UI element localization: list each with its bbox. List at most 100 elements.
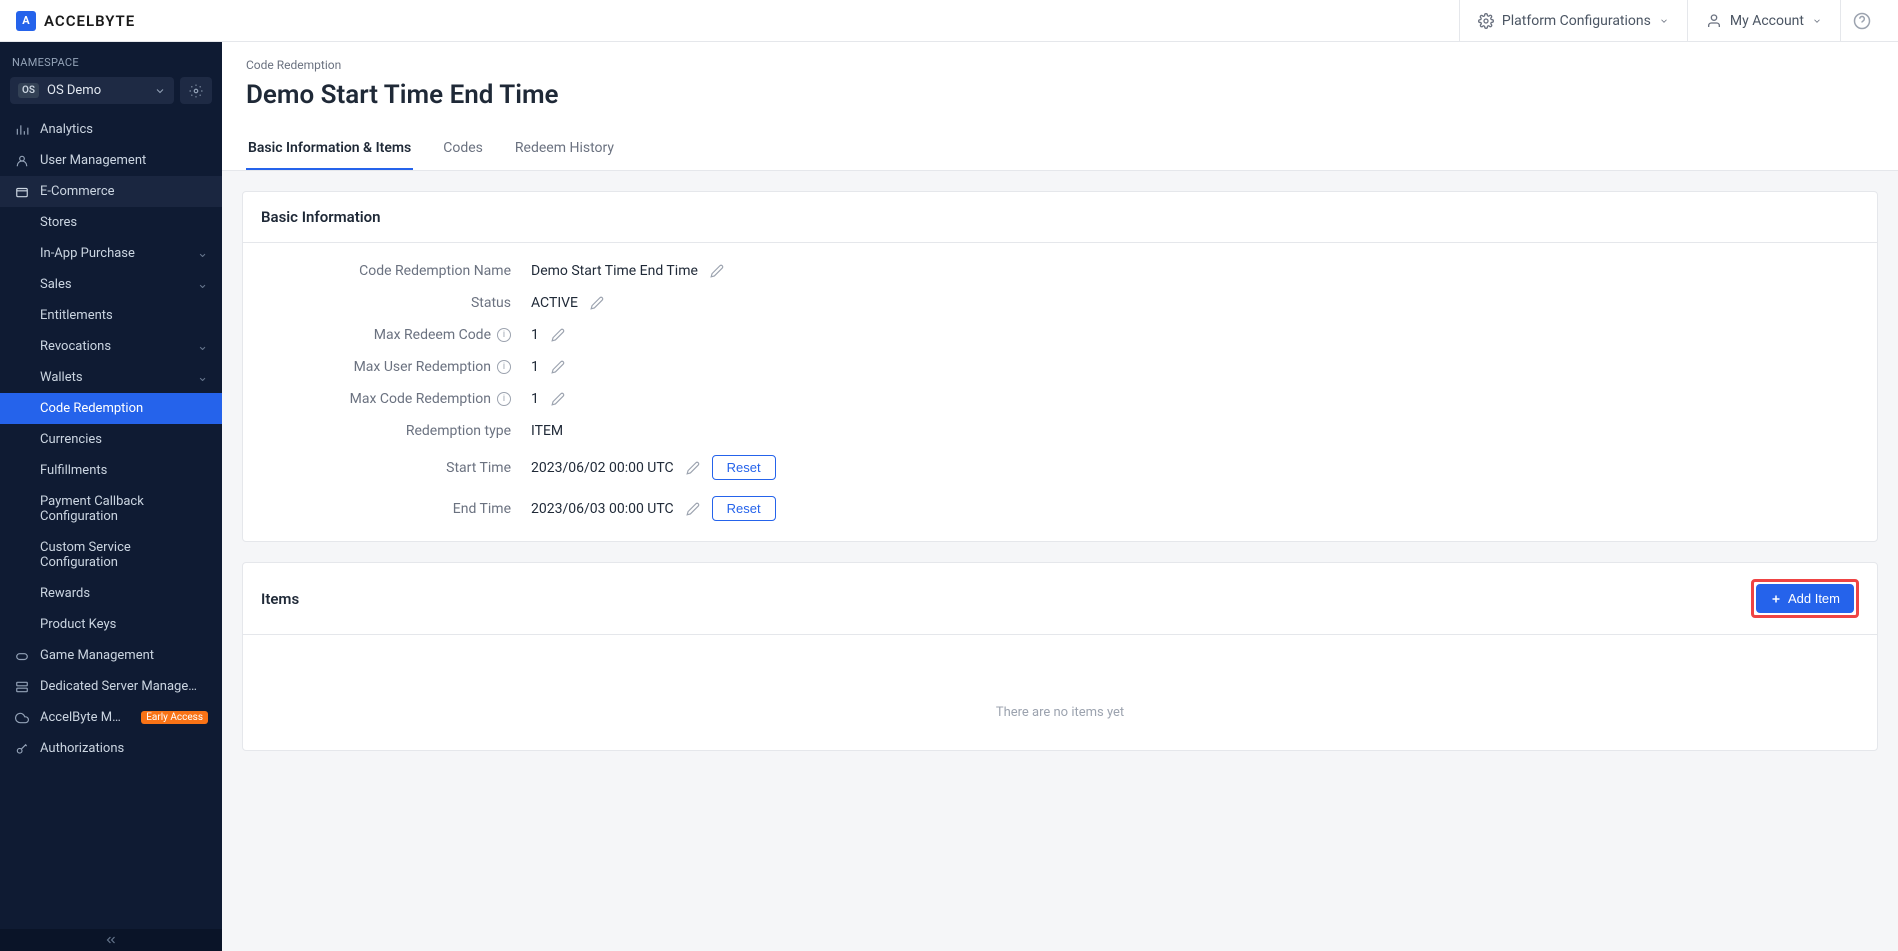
sidebar-item-label: Dedicated Server Management — [40, 679, 208, 694]
sidebar-sub-wallets[interactable]: Wallets⌄ — [0, 362, 222, 393]
sidebar-item-label: Revocations — [40, 339, 111, 354]
field-value-max-code: 1 — [531, 391, 539, 407]
sidebar-item-ecommerce[interactable]: E-Commerce — [0, 176, 222, 207]
user-icon — [1706, 13, 1722, 29]
cart-icon — [14, 185, 30, 199]
brand-text: ACCELBYTE — [44, 12, 135, 30]
field-label-end-time: End Time — [261, 501, 531, 517]
basic-information-panel: Basic Information Code Redemption Name D… — [242, 191, 1878, 542]
namespace-selector[interactable]: OS OS Demo — [10, 77, 174, 104]
tabs: Basic Information & Items Codes Redeem H… — [222, 128, 1898, 171]
sidebar-item-label: Product Keys — [40, 617, 116, 632]
gear-icon — [189, 84, 203, 98]
field-label-max-redeem: Max Redeem Code — [374, 327, 491, 343]
sidebar-item-label: Currencies — [40, 432, 102, 447]
tab-redeem-history[interactable]: Redeem History — [513, 128, 616, 170]
sidebar-sub-rewards[interactable]: Rewards — [0, 578, 222, 609]
sidebar-item-authorizations[interactable]: Authorizations — [0, 733, 222, 764]
field-value-max-user: 1 — [531, 359, 539, 375]
info-icon[interactable]: i — [497, 328, 511, 342]
field-value-start-time: 2023/06/02 00:00 UTC — [531, 460, 674, 476]
chevron-down-icon — [1659, 16, 1669, 26]
add-item-label: Add Item — [1788, 591, 1840, 606]
sidebar-item-label: Custom Service Configuration — [40, 540, 208, 570]
tab-label: Codes — [443, 140, 483, 156]
top-header: A ACCELBYTE Platform Configurations My A… — [0, 0, 1898, 42]
chevron-double-left-icon — [104, 933, 118, 947]
platform-configurations-menu[interactable]: Platform Configurations — [1459, 0, 1687, 41]
user-icon — [14, 154, 30, 168]
field-value-max-redeem: 1 — [531, 327, 539, 343]
tab-codes[interactable]: Codes — [441, 128, 485, 170]
chevron-down-icon: ⌄ — [197, 277, 208, 292]
sidebar: NAMESPACE OS OS Demo Analytics — [0, 42, 222, 951]
chevron-down-icon: ⌄ — [197, 339, 208, 354]
tab-basic-information[interactable]: Basic Information & Items — [246, 128, 413, 170]
sidebar-sub-currencies[interactable]: Currencies — [0, 424, 222, 455]
tab-label: Redeem History — [515, 140, 614, 156]
field-label-start-time: Start Time — [261, 460, 531, 476]
add-item-highlight: Add Item — [1751, 579, 1859, 618]
game-icon — [14, 649, 30, 663]
chart-icon — [14, 123, 30, 137]
sidebar-item-label: In-App Purchase — [40, 246, 135, 261]
help-button[interactable] — [1840, 0, 1882, 41]
chevron-down-icon — [1812, 16, 1822, 26]
reset-end-time-button[interactable]: Reset — [712, 496, 776, 521]
sidebar-sub-fulfillments[interactable]: Fulfillments — [0, 455, 222, 486]
sidebar-sub-stores[interactable]: Stores — [0, 207, 222, 238]
breadcrumb[interactable]: Code Redemption — [222, 42, 1898, 72]
brand: A ACCELBYTE — [16, 11, 135, 31]
chevron-down-icon: ⌄ — [197, 370, 208, 385]
plus-icon — [1770, 593, 1782, 605]
reset-start-time-button[interactable]: Reset — [712, 455, 776, 480]
info-icon[interactable]: i — [497, 392, 511, 406]
namespace-settings-button[interactable] — [180, 77, 212, 104]
sidebar-item-label: Payment Callback Configuration — [40, 494, 208, 524]
sidebar-item-game-management[interactable]: Game Management — [0, 640, 222, 671]
sidebar-item-label: Game Management — [40, 648, 208, 663]
gear-icon — [1478, 13, 1494, 29]
page-title: Demo Start Time End Time — [222, 72, 1898, 128]
early-access-badge: Early Access — [141, 711, 208, 724]
edit-icon[interactable] — [551, 392, 565, 406]
help-icon — [1853, 12, 1871, 30]
sidebar-item-user-management[interactable]: User Management — [0, 145, 222, 176]
platform-configurations-label: Platform Configurations — [1502, 13, 1651, 29]
sidebar-sub-revocations[interactable]: Revocations ⌄ — [0, 331, 222, 362]
field-value-status: ACTIVE — [531, 295, 578, 311]
my-account-menu[interactable]: My Account — [1687, 0, 1840, 41]
namespace-name: OS Demo — [47, 83, 146, 98]
sidebar-item-label: Code Redemption — [40, 401, 143, 416]
edit-icon[interactable] — [551, 360, 565, 374]
edit-icon[interactable] — [590, 296, 604, 310]
sidebar-sub-code-redemption[interactable]: Code Redemption — [0, 393, 222, 424]
field-label-type: Redemption type — [261, 423, 531, 439]
sidebar-collapse-button[interactable] — [0, 929, 222, 951]
sidebar-item-dedicated-server[interactable]: Dedicated Server Management — [0, 671, 222, 702]
my-account-label: My Account — [1730, 13, 1804, 29]
sidebar-sub-entitlements[interactable]: Entitlements — [0, 300, 222, 331]
sidebar-item-label: Authorizations — [40, 741, 208, 756]
edit-icon[interactable] — [686, 502, 700, 516]
chevron-down-icon — [154, 85, 166, 97]
edit-icon[interactable] — [686, 461, 700, 475]
main-content: Code Redemption Demo Start Time End Time… — [222, 42, 1898, 951]
sidebar-sub-sales[interactable]: Sales⌄ — [0, 269, 222, 300]
field-value-name: Demo Start Time End Time — [531, 263, 698, 279]
sidebar-item-analytics[interactable]: Analytics — [0, 114, 222, 145]
panel-heading: Basic Information — [243, 192, 1877, 243]
namespace-badge: OS — [18, 83, 39, 98]
sidebar-item-label: Stores — [40, 215, 77, 230]
sidebar-item-multiplayer[interactable]: AccelByte Multiplaye... Early Access — [0, 702, 222, 733]
sidebar-sub-custom-service[interactable]: Custom Service Configuration — [0, 532, 222, 578]
sidebar-sub-product-keys[interactable]: Product Keys — [0, 609, 222, 640]
edit-icon[interactable] — [710, 264, 724, 278]
add-item-button[interactable]: Add Item — [1756, 584, 1854, 613]
sidebar-sub-payment-callback[interactable]: Payment Callback Configuration — [0, 486, 222, 532]
sidebar-sub-in-app-purchase[interactable]: In-App Purchase⌄ — [0, 238, 222, 269]
cloud-icon — [14, 711, 30, 725]
edit-icon[interactable] — [551, 328, 565, 342]
sidebar-item-label: Rewards — [40, 586, 90, 601]
info-icon[interactable]: i — [497, 360, 511, 374]
